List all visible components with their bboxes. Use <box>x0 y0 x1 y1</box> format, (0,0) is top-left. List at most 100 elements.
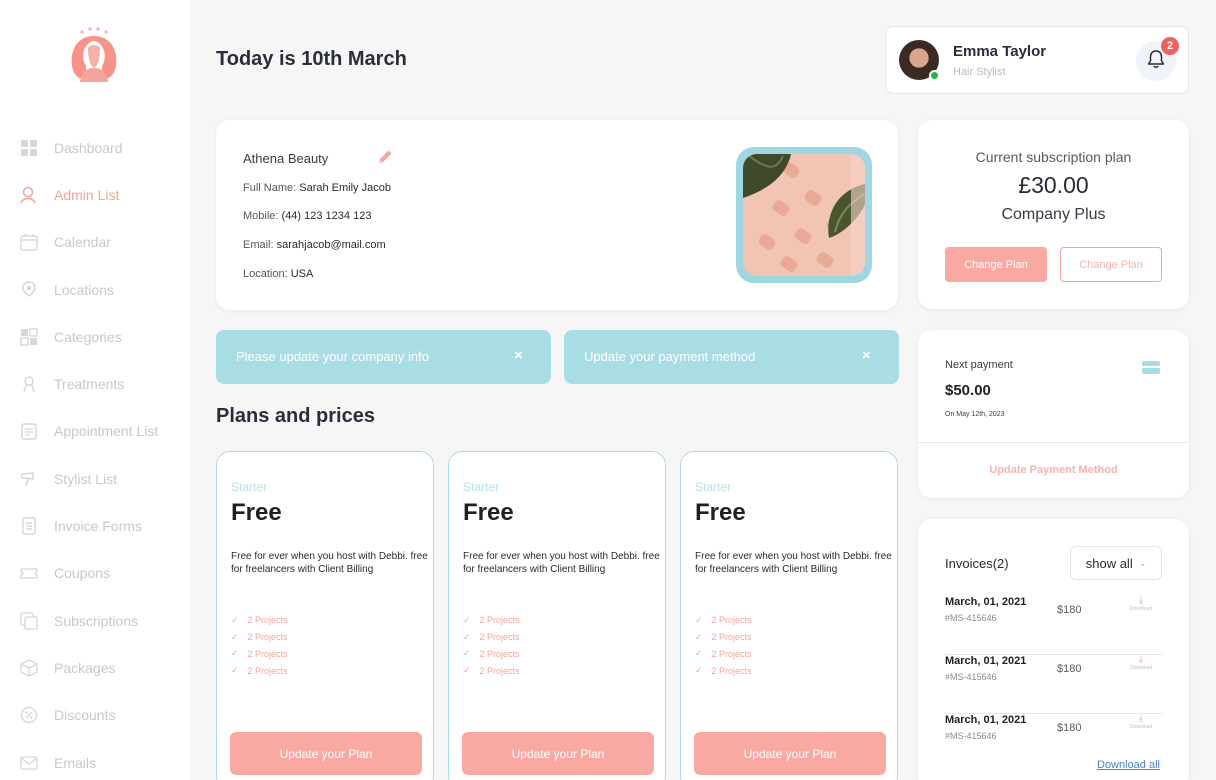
plan-feature-label: 2 Projects <box>247 615 288 626</box>
sidebar-item-categories[interactable]: Categories <box>20 313 190 360</box>
plan-description: Free for ever when you host with Debbi. … <box>231 551 428 575</box>
invoices-card: Invoices(2) show all ⌄ March, 01, 2021 #… <box>918 519 1189 780</box>
next-payment-date: On May 12th, 2023 <box>945 411 1005 418</box>
plan-feature-label: 2 Projects <box>479 665 520 676</box>
invoice-id: #MS-415646 <box>945 731 997 741</box>
download-label: Download <box>1129 724 1153 730</box>
plans-section-title: Plans and prices <box>216 405 375 427</box>
next-payment-amount: $50.00 <box>945 382 991 399</box>
sidebar-item-label: Invoice Forms <box>54 518 142 535</box>
check-icon: ✓ <box>695 665 703 676</box>
update-plan-button[interactable]: Update your Plan <box>230 732 422 775</box>
alert-text: Update your payment method <box>584 349 756 364</box>
sidebar-item-treatments[interactable]: Treatments <box>20 360 190 407</box>
field-label: Email: <box>243 239 274 251</box>
invoices-title: Invoices(2) <box>945 556 1009 571</box>
sidebar-item-label: Stylist List <box>54 470 118 487</box>
update-plan-button[interactable]: Update your Plan <box>694 732 886 775</box>
payment-method-alert: Update your payment method × <box>564 330 899 384</box>
check-icon: ✓ <box>695 648 703 659</box>
notifications-button[interactable]: 2 <box>1136 37 1179 81</box>
check-icon: ✓ <box>695 614 703 625</box>
company-info-alert: Please update your company info × <box>216 330 551 384</box>
sidebar-item-emails[interactable]: Emails <box>20 739 190 780</box>
package-icon <box>20 659 38 677</box>
sidebar-item-coupons[interactable]: Coupons <box>20 550 190 597</box>
user-name: Emma Taylor <box>953 43 1047 60</box>
edit-pencil-icon[interactable] <box>376 148 394 166</box>
sidebar-item-stylist-list[interactable]: Stylist List <box>20 455 190 502</box>
plan-description: Free for ever when you host with Debbi. … <box>463 551 660 575</box>
update-payment-method-link[interactable]: Update Payment Method <box>918 464 1189 476</box>
plan-feature-label: 2 Projects <box>711 615 752 626</box>
sidebar-item-label: Admin List <box>54 186 120 203</box>
close-icon[interactable]: × <box>862 347 871 364</box>
sidebar-item-calendar[interactable]: Calendar <box>20 219 190 266</box>
ticket-icon <box>20 564 38 582</box>
next-payment-card: Next payment $50.00 On May 12th, 2023 Up… <box>918 330 1189 498</box>
download-icon: ⤓ <box>1138 713 1144 724</box>
invoice-row: March, 01, 2021 #MS-415646 $180 ⤓ Downlo… <box>945 596 1163 655</box>
invoice-download-button[interactable]: ⤓ Download <box>1121 595 1161 613</box>
sidebar-item-subscriptions[interactable]: Subscriptions <box>20 597 190 644</box>
invoice-date: March, 01, 2021 <box>945 596 1027 608</box>
sidebar-item-appointment-list[interactable]: Appointment List <box>20 408 190 455</box>
sidebar-item-invoice-forms[interactable]: Invoice Forms <box>20 502 190 549</box>
plan-features: ✓ 2 Projects ✓ 2 Projects ✓ 2 Projects ✓ 2 P… <box>695 612 752 679</box>
sidebar-item-admin-list[interactable]: Admin List <box>20 171 190 218</box>
close-icon[interactable]: × <box>514 347 523 364</box>
invoice-download-button[interactable]: ⤓ Download <box>1121 713 1161 731</box>
change-plan-outline-button[interactable]: Change Plan <box>1060 247 1162 282</box>
invoice-amount: $180 <box>1057 604 1082 616</box>
sidebar-item-discounts[interactable]: Discounts <box>20 692 190 739</box>
salon-logo[interactable] <box>68 26 120 82</box>
download-icon: ⤓ <box>1138 595 1144 606</box>
download-label: Download <box>1129 665 1153 671</box>
field-value: USA <box>290 268 314 280</box>
company-name: Athena Beauty <box>243 151 329 166</box>
company-photo[interactable] <box>736 147 872 283</box>
categories-icon <box>20 328 38 346</box>
next-payment-label: Next payment <box>945 359 1013 371</box>
plan-description: Free for ever when you host with Debbi. … <box>695 551 892 575</box>
user-role: Hair Stylist <box>953 66 1006 78</box>
check-icon: ✓ <box>231 631 239 642</box>
sidebar-item-packages[interactable]: Packages <box>20 644 190 691</box>
invoice-filter-select[interactable]: show all ⌄ <box>1070 546 1162 580</box>
plan-feature: ✓ 2 Projects <box>231 646 288 663</box>
company-email: Email: sarahjacob@mail.com <box>243 239 386 251</box>
user-profile-card[interactable]: Emma Taylor Hair Stylist 2 <box>885 26 1189 94</box>
invoice-date: March, 01, 2021 <box>945 714 1027 726</box>
check-icon: ✓ <box>463 648 471 659</box>
sidebar-item-label: Locations <box>54 281 114 298</box>
invoice-icon <box>20 517 38 535</box>
plan-feature: ✓ 2 Projects <box>231 662 288 679</box>
notification-count-badge: 2 <box>1161 37 1179 55</box>
invoice-id: #MS-415646 <box>945 672 997 682</box>
plan-feature: ✓ 2 Projects <box>231 612 288 629</box>
plan-feature-label: 2 Projects <box>247 665 288 676</box>
plan-feature: ✓ 2 Projects <box>463 629 520 646</box>
calendar-icon <box>20 233 38 251</box>
field-value: (44) 123 1234 123 <box>281 210 372 222</box>
plan-card: Starter Free Free for ever when you host… <box>216 451 434 780</box>
invoice-download-button[interactable]: ⤓ Download <box>1121 655 1161 672</box>
page-title: Today is 10th March <box>216 48 407 70</box>
bell-icon <box>1147 49 1165 74</box>
sidebar-item-locations[interactable]: Locations <box>20 266 190 313</box>
check-icon: ✓ <box>231 614 239 625</box>
change-plan-button[interactable]: Change Plan <box>945 247 1047 282</box>
field-value: sarahjacob@mail.com <box>276 239 386 251</box>
invoice-row: March, 01, 2021 #MS-415646 $180 ⤓ Downlo… <box>945 655 1163 714</box>
update-plan-button[interactable]: Update your Plan <box>462 732 654 775</box>
download-all-link[interactable]: Download all <box>1097 759 1160 771</box>
plan-feature-label: 2 Projects <box>711 632 752 643</box>
treatment-icon <box>20 375 38 393</box>
company-location: Location: USA <box>243 268 313 280</box>
sidebar-item-dashboard[interactable]: Dashboard <box>20 124 190 171</box>
plan-feature-label: 2 Projects <box>479 632 520 643</box>
divider <box>918 442 1189 443</box>
check-icon: ✓ <box>695 631 703 642</box>
plan-feature: ✓ 2 Projects <box>695 629 752 646</box>
invoice-amount: $180 <box>1057 722 1082 734</box>
